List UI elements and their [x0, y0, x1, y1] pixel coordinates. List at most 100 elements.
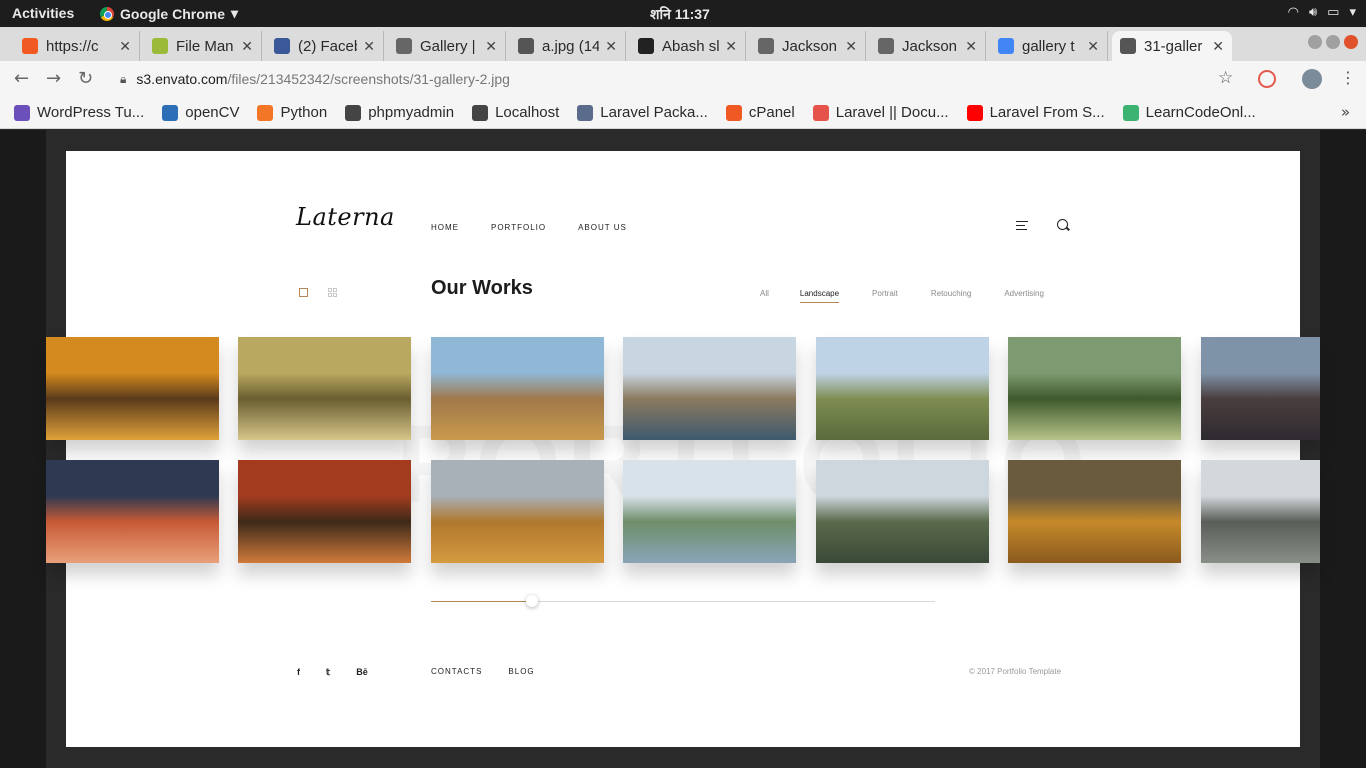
footer-nav: CONTACTS BLOG	[431, 667, 535, 676]
tab-2[interactable]: (2) Faceb ✕	[266, 31, 384, 61]
wifi-icon[interactable]: ◠	[1288, 5, 1299, 20]
tab-7[interactable]: Jackson ✕	[870, 31, 986, 61]
footer-blog[interactable]: BLOG	[508, 667, 534, 676]
gallery-image-alpine-meadow-hiker[interactable]	[816, 337, 989, 440]
more-menu-icon[interactable]: ⋮	[1340, 68, 1356, 87]
battery-icon[interactable]: ▭	[1327, 5, 1339, 20]
bookmark-star-icon[interactable]: ☆	[1218, 68, 1233, 88]
tab-title: Jackson	[782, 37, 838, 55]
bookmark-item[interactable]: cPanel	[725, 104, 795, 121]
clock[interactable]: शनि 11:37	[650, 5, 710, 24]
gallery-image-rocky-valley[interactable]	[431, 337, 604, 440]
chevron-down-icon[interactable]: ▾	[1349, 5, 1356, 20]
gallery-image-dark-mountain-peaks[interactable]	[1201, 337, 1320, 440]
tab-title: gallery t	[1022, 37, 1075, 55]
nav-about-us[interactable]: ABOUT US	[578, 223, 627, 232]
reload-icon[interactable]: ↻	[78, 68, 93, 89]
profile-avatar[interactable]	[1302, 69, 1322, 89]
bookmark-icon	[257, 104, 274, 121]
gallery-image-mountain-lake-reflection[interactable]	[623, 337, 796, 440]
single-view-icon[interactable]	[299, 288, 308, 297]
search-icon[interactable]	[1057, 219, 1068, 230]
menu-icon[interactable]	[1016, 221, 1028, 230]
close-tab-icon[interactable]: ✕	[485, 38, 497, 55]
maximize-button[interactable]	[1326, 35, 1340, 49]
facebook-icon[interactable]: f	[297, 667, 300, 678]
app-menu[interactable]: Google Chrome ▾	[100, 5, 238, 22]
bookmark-item[interactable]: phpmyadmin	[345, 104, 454, 121]
gallery-image-yellow-birch-forest[interactable]	[238, 337, 411, 440]
filter-portrait[interactable]: Portrait	[872, 289, 898, 303]
page-viewport: PORTFOLIO Laterna HOME PORTFOLIO ABOUT U…	[0, 130, 1366, 768]
bookmark-item[interactable]: Python	[257, 104, 327, 121]
address-bar[interactable]: 🔒︎ s3.envato.com /files/213452342/screen…	[112, 65, 1254, 93]
system-tray[interactable]: ◠ 🔊︎ ▭ ▾	[1288, 5, 1356, 20]
gallery-slider[interactable]	[431, 595, 935, 607]
minimize-button[interactable]	[1308, 35, 1322, 49]
gallery-image-autumn-larch-slope[interactable]	[1008, 460, 1181, 563]
gallery-image-golden-hills-road[interactable]	[431, 460, 604, 563]
back-icon[interactable]: ←	[14, 68, 29, 89]
tab-title: Gallery |	[420, 37, 476, 55]
tab-5[interactable]: Abash sl ✕	[630, 31, 746, 61]
footer-contacts[interactable]: CONTACTS	[431, 667, 482, 676]
gallery-image-cloudy-alpine-range[interactable]	[816, 460, 989, 563]
close-tab-icon[interactable]: ✕	[1212, 38, 1224, 55]
bookmark-item[interactable]: Laravel Packa...	[577, 104, 708, 121]
close-window-button[interactable]	[1344, 35, 1358, 49]
gallery-image-sunset-glacier[interactable]	[46, 460, 219, 563]
close-tab-icon[interactable]: ✕	[363, 38, 375, 55]
more-bookmarks-icon[interactable]: »	[1341, 103, 1350, 121]
filter-retouching[interactable]: Retouching	[931, 289, 971, 303]
site-logo[interactable]: Laterna	[296, 203, 395, 231]
bookmark-item[interactable]: Laravel || Docu...	[812, 104, 949, 121]
tab-6[interactable]: Jackson ✕	[750, 31, 866, 61]
close-tab-icon[interactable]: ✕	[725, 38, 737, 55]
bookmark-item[interactable]: openCV	[162, 104, 239, 121]
close-tab-icon[interactable]: ✕	[1087, 38, 1099, 55]
slider-handle[interactable]	[525, 595, 538, 607]
category-filters: All Landscape Portrait Retouching Advert…	[760, 289, 1044, 303]
filter-advertising[interactable]: Advertising	[1004, 289, 1044, 303]
gallery-image-autumn-branches[interactable]	[46, 337, 219, 440]
gallery-image-misty-snowy-ridge[interactable]	[1201, 460, 1320, 563]
bookmark-icon	[162, 104, 179, 121]
close-tab-icon[interactable]: ✕	[845, 38, 857, 55]
close-tab-icon[interactable]: ✕	[241, 38, 253, 55]
gallery-image-lake-with-pine-trees[interactable]	[1008, 337, 1181, 440]
tab-3[interactable]: Gallery | ✕	[388, 31, 506, 61]
tab-8[interactable]: gallery t ✕	[990, 31, 1108, 61]
volume-icon[interactable]: 🔊︎	[1309, 5, 1317, 20]
site-icon	[638, 38, 654, 54]
bookmark-item[interactable]: Laravel From S...	[966, 104, 1105, 121]
behance-icon[interactable]: Bē	[356, 667, 368, 678]
filter-landscape[interactable]: Landscape	[799, 289, 840, 303]
forward-icon[interactable]: →	[46, 68, 61, 89]
bookmark-label: WordPress Tu...	[37, 104, 145, 121]
close-tab-icon[interactable]: ✕	[965, 38, 977, 55]
bookmark-label: Laravel Packa...	[600, 104, 708, 121]
gallery-image-snowy-peaks-reflection[interactable]	[623, 460, 796, 563]
nav-portfolio[interactable]: PORTFOLIO	[491, 223, 546, 232]
bookmark-item[interactable]: LearnCodeOnl...	[1122, 104, 1256, 121]
chrome-icon	[100, 6, 114, 21]
grid-view-icon[interactable]	[328, 288, 337, 297]
close-tab-icon[interactable]: ✕	[605, 38, 617, 55]
lock-icon[interactable]: 🔒︎	[120, 72, 126, 87]
image-icon	[518, 38, 534, 54]
filter-all[interactable]: All	[760, 289, 769, 303]
close-tab-icon[interactable]: ✕	[119, 38, 131, 55]
twitter-icon[interactable]: 𝕥	[326, 667, 330, 678]
tab-0[interactable]: https://c ✕	[14, 31, 140, 61]
activities-button[interactable]: Activities	[12, 5, 74, 21]
tab-4[interactable]: a.jpg (14 ✕	[510, 31, 626, 61]
tab-1[interactable]: File Man ✕	[144, 31, 262, 61]
tab-9[interactable]: 31-galler ✕	[1112, 31, 1232, 61]
bookmark-item[interactable]: WordPress Tu...	[14, 104, 144, 121]
extension-icon[interactable]	[1258, 70, 1276, 88]
gallery-image-red-berries-branches[interactable]	[238, 460, 411, 563]
nav-home[interactable]: HOME	[431, 223, 459, 232]
bookmark-item[interactable]: Localhost	[472, 104, 559, 121]
social-links: f 𝕥 Bē	[297, 667, 368, 678]
bookmark-icon	[345, 104, 362, 121]
